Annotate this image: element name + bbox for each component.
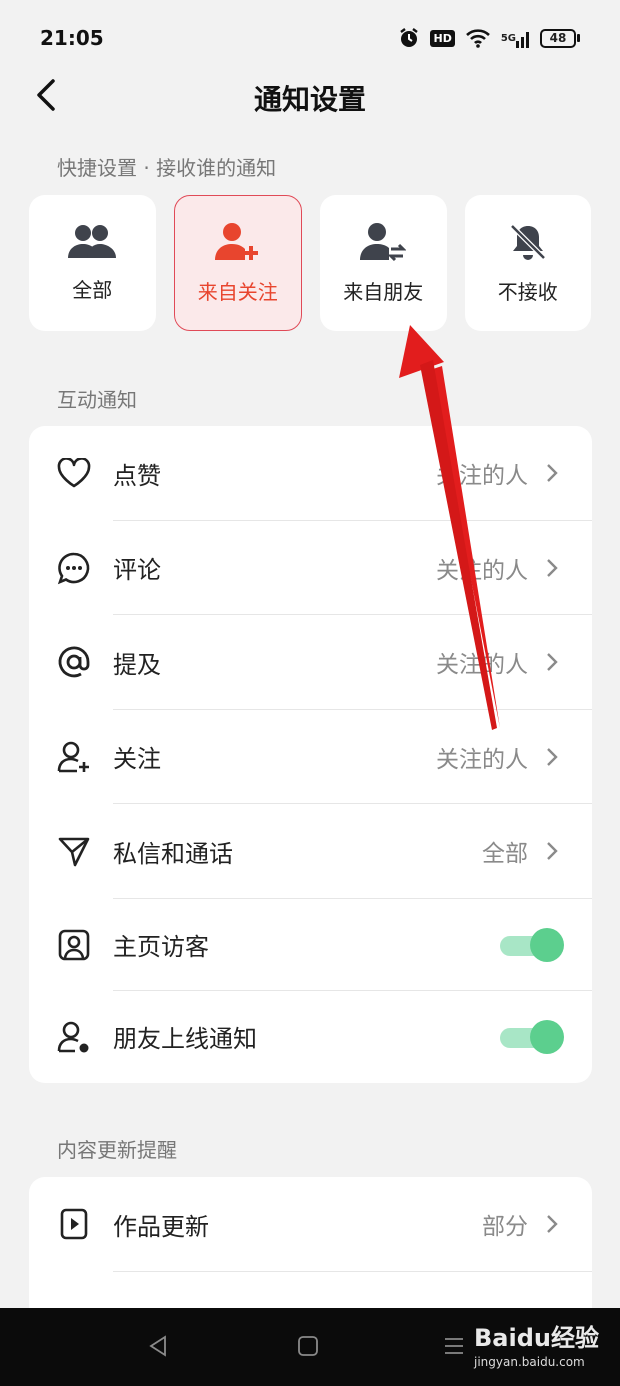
content-updates-list: 作品更新 部分 bbox=[29, 1177, 592, 1308]
setting-label: 作品更新 bbox=[113, 1212, 209, 1241]
setting-value: 关注的人 bbox=[436, 652, 528, 679]
chevron-right-icon bbox=[546, 458, 562, 488]
quick-option-label: 来自关注 bbox=[197, 279, 278, 304]
quick-option-none[interactable]: 不接收 bbox=[464, 195, 591, 331]
chevron-right-icon bbox=[546, 647, 562, 677]
setting-row-likes[interactable]: 点赞 关注的人 bbox=[29, 426, 592, 521]
setting-label: 评论 bbox=[113, 556, 161, 585]
setting-row-comments[interactable]: 评论 关注的人 bbox=[29, 521, 592, 615]
setting-label: 点赞 bbox=[113, 461, 161, 490]
hd-badge: HD bbox=[430, 29, 455, 47]
chevron-right-icon bbox=[546, 836, 562, 866]
setting-label: 关注 bbox=[113, 745, 161, 774]
setting-label: 朋友上线通知 bbox=[113, 1025, 257, 1053]
network-type: 5G bbox=[500, 32, 516, 44]
nav-bar: 通知设置 bbox=[0, 76, 620, 116]
friend-online-toggle[interactable] bbox=[500, 1019, 564, 1054]
battery-level: 48 bbox=[540, 28, 576, 48]
setting-value: 关注的人 bbox=[436, 746, 528, 773]
quick-settings-label: 快捷设置 · 接收谁的通知 bbox=[57, 156, 277, 180]
nav-home-icon[interactable] bbox=[296, 1334, 320, 1358]
setting-row-mentions[interactable]: 提及 关注的人 bbox=[29, 615, 592, 710]
watermark-logo: Baidu经验 bbox=[474, 1324, 599, 1352]
content-updates-label: 内容更新提醒 bbox=[57, 1138, 177, 1162]
bell-off-icon bbox=[509, 223, 546, 260]
heart-icon bbox=[57, 456, 91, 490]
chevron-right-icon bbox=[546, 1209, 562, 1239]
signal-icon: 5G bbox=[501, 28, 530, 48]
quick-option-following[interactable]: 来自关注 bbox=[173, 195, 302, 331]
nav-menu-icon[interactable] bbox=[442, 1334, 466, 1358]
status-time: 21:05 bbox=[40, 26, 104, 50]
alarm-icon bbox=[398, 27, 420, 49]
status-icons: HD 5G 48 bbox=[398, 27, 580, 49]
setting-label: 提及 bbox=[113, 650, 161, 679]
profile-visitors-toggle[interactable] bbox=[500, 927, 564, 962]
setting-row-friend-online: 朋友上线通知 bbox=[29, 991, 592, 1083]
setting-row-profile-visitors: 主页访客 bbox=[29, 899, 592, 991]
users-icon bbox=[68, 224, 117, 258]
quick-option-friends[interactable]: 来自朋友 bbox=[320, 195, 447, 331]
quick-option-label: 不接收 bbox=[497, 279, 558, 304]
watermark-url: jingyan.baidu.com bbox=[474, 1355, 585, 1369]
setting-row-messages[interactable]: 私信和通话 全部 bbox=[29, 804, 592, 899]
quick-option-label: 来自朋友 bbox=[343, 279, 424, 304]
follow-icon bbox=[57, 740, 91, 774]
user-add-icon bbox=[214, 222, 258, 260]
setting-value: 关注的人 bbox=[436, 463, 528, 490]
battery-icon: 48 bbox=[540, 28, 580, 48]
status-bar: 21:05 HD 5G 48 bbox=[0, 0, 620, 76]
interaction-section-label: 互动通知 bbox=[57, 388, 137, 412]
nav-back-icon[interactable] bbox=[146, 1334, 170, 1358]
user-online-icon bbox=[57, 1020, 91, 1054]
user-exchange-icon bbox=[360, 222, 407, 261]
profile-icon bbox=[57, 928, 91, 962]
baidu-watermark: Baidu经验 jingyan.baidu.com bbox=[474, 1318, 599, 1369]
setting-value: 关注的人 bbox=[436, 557, 528, 584]
video-icon bbox=[57, 1207, 91, 1241]
setting-label: 私信和通话 bbox=[113, 839, 233, 868]
at-icon bbox=[57, 645, 91, 679]
comment-icon bbox=[57, 551, 91, 585]
send-icon bbox=[57, 834, 91, 868]
chevron-right-icon bbox=[546, 742, 562, 772]
setting-value: 全部 bbox=[482, 841, 528, 868]
page-title: 通知设置 bbox=[253, 83, 366, 116]
setting-row-follows[interactable]: 关注 关注的人 bbox=[29, 710, 592, 804]
setting-row-works-update[interactable]: 作品更新 部分 bbox=[29, 1177, 592, 1272]
quick-settings-row: 全部 来自关注 来自朋友 不接收 bbox=[29, 195, 591, 331]
setting-value: 部分 bbox=[482, 1214, 528, 1241]
interaction-list: 点赞 关注的人 评论 关注的人 提及 关注的人 关注 关注的人 私信和通话 全部… bbox=[29, 426, 592, 1083]
chevron-right-icon bbox=[546, 553, 562, 583]
setting-label: 主页访客 bbox=[113, 933, 209, 961]
wifi-icon bbox=[465, 28, 491, 48]
quick-option-all[interactable]: 全部 bbox=[29, 195, 156, 331]
quick-option-label: 全部 bbox=[72, 277, 113, 302]
